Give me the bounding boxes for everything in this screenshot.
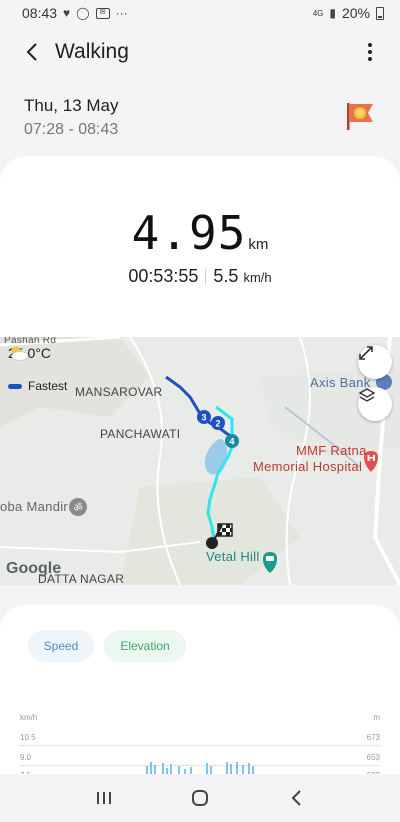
chart-grid-line [20,745,380,746]
layers-icon [358,388,376,402]
partly-cloudy-icon [11,346,29,361]
svg-text:ॐ: ॐ [73,502,82,514]
status-bar: 08:43 ♥ ◯ ✉ ··· 4G ▮ 20% [0,0,400,26]
chart-left-unit: km/h [20,713,38,722]
recent-apps-icon [97,792,111,804]
home-button[interactable] [180,778,220,818]
battery-percent: 20% [341,5,370,21]
route-marker-label: 3 [201,413,206,423]
more-dot-icon [368,50,372,54]
map-label-mansarovar: MANSAROVAR [75,385,163,399]
camera-marker-icon[interactable] [263,552,277,573]
map-label-mmf-ratna: MMF Ratna [296,443,367,458]
stats-line: 00:53:55 5.5 km/h [0,266,400,287]
heart-monitor-icon: ♥ [63,6,71,20]
status-left: 08:43 ♥ ◯ ✉ ··· [22,5,128,21]
avg-speed-value: 5.5 [213,266,239,286]
recent-apps-button[interactable] [84,778,124,818]
map-label-pashan-rd: Pashan Rd [4,337,57,346]
signal-icon: ▮ [329,6,336,20]
more-options-button[interactable] [354,36,386,68]
back-button[interactable] [12,32,52,72]
distance-display: 4.95 km [0,206,400,260]
workout-date: Thu, 13 May [24,96,119,115]
map-label-vetal-hill: Vetal Hill [206,549,260,564]
weather-info: 25.0°C [8,345,51,361]
tab-elevation[interactable]: Elevation [104,630,186,662]
more-dot-icon [368,57,372,61]
map-lake [204,439,228,475]
battery-icon [376,6,384,20]
back-nav-icon [291,790,301,806]
expand-icon [359,346,373,360]
fastest-swatch [8,383,22,389]
chart-right-tick: 673 [366,733,380,742]
distance-value: 4.95 [131,206,247,260]
temple-marker-icon[interactable]: ॐ [69,498,87,516]
route-map[interactable]: ॐ 23 4 25.0°C Fastest Pashan Rd MANSAROVA… [0,337,400,585]
sms-icon: ✉ [95,7,110,19]
map-label-panchawati: PANCHAWATI [100,427,181,441]
back-nav-button[interactable] [276,778,316,818]
stats-divider [205,269,207,286]
route-legend: Fastest [8,379,67,393]
status-right: 4G ▮ 20% [313,5,384,21]
achievement-flag-icon[interactable] [344,100,376,132]
status-time: 08:43 [22,5,58,21]
app-bar: Walking [0,32,400,72]
chart-right-unit: m [373,713,380,722]
tab-speed[interactable]: Speed [28,630,94,662]
avg-speed-unit: km/h [243,270,272,285]
whatsapp-icon: ◯ [76,6,90,20]
duration-value: 00:53:55 [128,266,199,286]
google-logo: Google [6,560,62,577]
back-arrow-icon [26,43,37,61]
system-nav-bar [0,774,400,822]
workout-time-range: 07:28 - 08:43 [24,121,119,138]
chart-left-tick: 10.5 [20,733,36,742]
expand-map-button[interactable] [358,345,392,379]
page-title: Walking [55,40,129,63]
route-marker-label: 2 [215,419,220,429]
fastest-label: Fastest [28,379,68,393]
home-icon [192,790,208,806]
more-dot-icon [368,43,372,47]
distance-unit: km [248,236,269,253]
map-label-oba-mandir: oba Mandir [0,499,69,514]
network-type: 4G [312,8,324,18]
route-marker-label: 4 [229,437,234,447]
more-notifications-icon: ··· [115,6,128,20]
map-label-memorial-hospital: Memorial Hospital [253,459,363,474]
map-layers-button[interactable] [358,387,392,421]
